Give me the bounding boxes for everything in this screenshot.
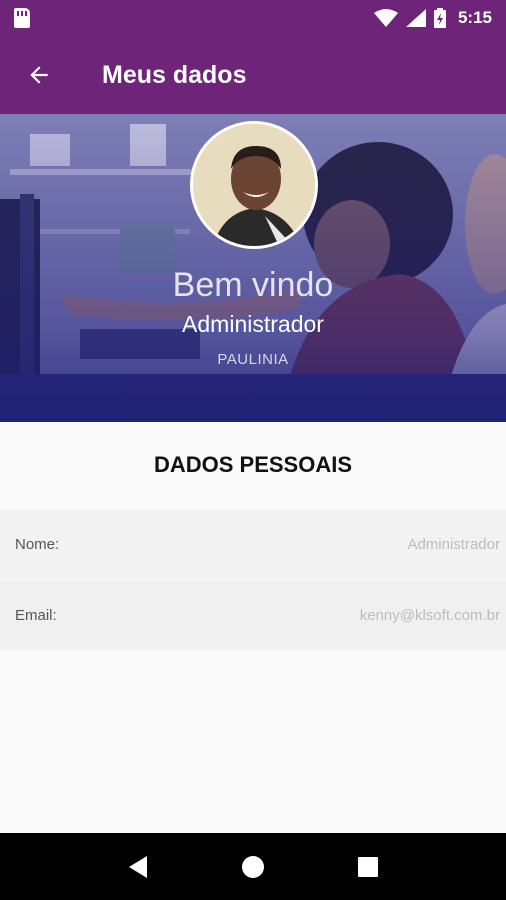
sd-card-icon [14, 8, 30, 28]
app-bar: Meus dados [0, 36, 506, 114]
arrow-back-icon [30, 66, 48, 84]
wifi-icon [373, 9, 398, 27]
battery-charging-icon [433, 8, 446, 28]
back-triangle-icon [128, 855, 147, 878]
recents-square-icon [358, 856, 379, 877]
name-value: Administrador [407, 535, 500, 553]
user-role: Administrador [182, 311, 324, 337]
name-row: Nome: Administrador [0, 509, 506, 579]
status-time: 5:15 [457, 8, 492, 27]
email-row: Email: kenny@klsoft.com.br [0, 580, 506, 650]
nav-back-button[interactable] [118, 847, 158, 887]
nav-home-button[interactable] [233, 847, 273, 887]
section-title: DADOS PESSOAIS [153, 452, 353, 477]
user-city: PAULINIA [217, 351, 289, 368]
email-label: Email: [15, 606, 57, 624]
name-label: Nome: [15, 535, 60, 553]
signal-icon [405, 9, 426, 27]
nav-recents-button[interactable] [348, 847, 388, 887]
email-value: kenny@klsoft.com.br [359, 606, 500, 624]
back-button[interactable] [0, 36, 78, 114]
status-icons: 5:15 [373, 8, 492, 28]
welcome-text: Bem vindo [172, 266, 334, 304]
navigation-bar [0, 833, 506, 900]
home-circle-icon [241, 855, 264, 878]
status-bar: 5:15 [0, 0, 506, 36]
user-photo [193, 124, 315, 246]
avatar[interactable] [190, 121, 318, 249]
page-title: Meus dados [102, 60, 247, 89]
